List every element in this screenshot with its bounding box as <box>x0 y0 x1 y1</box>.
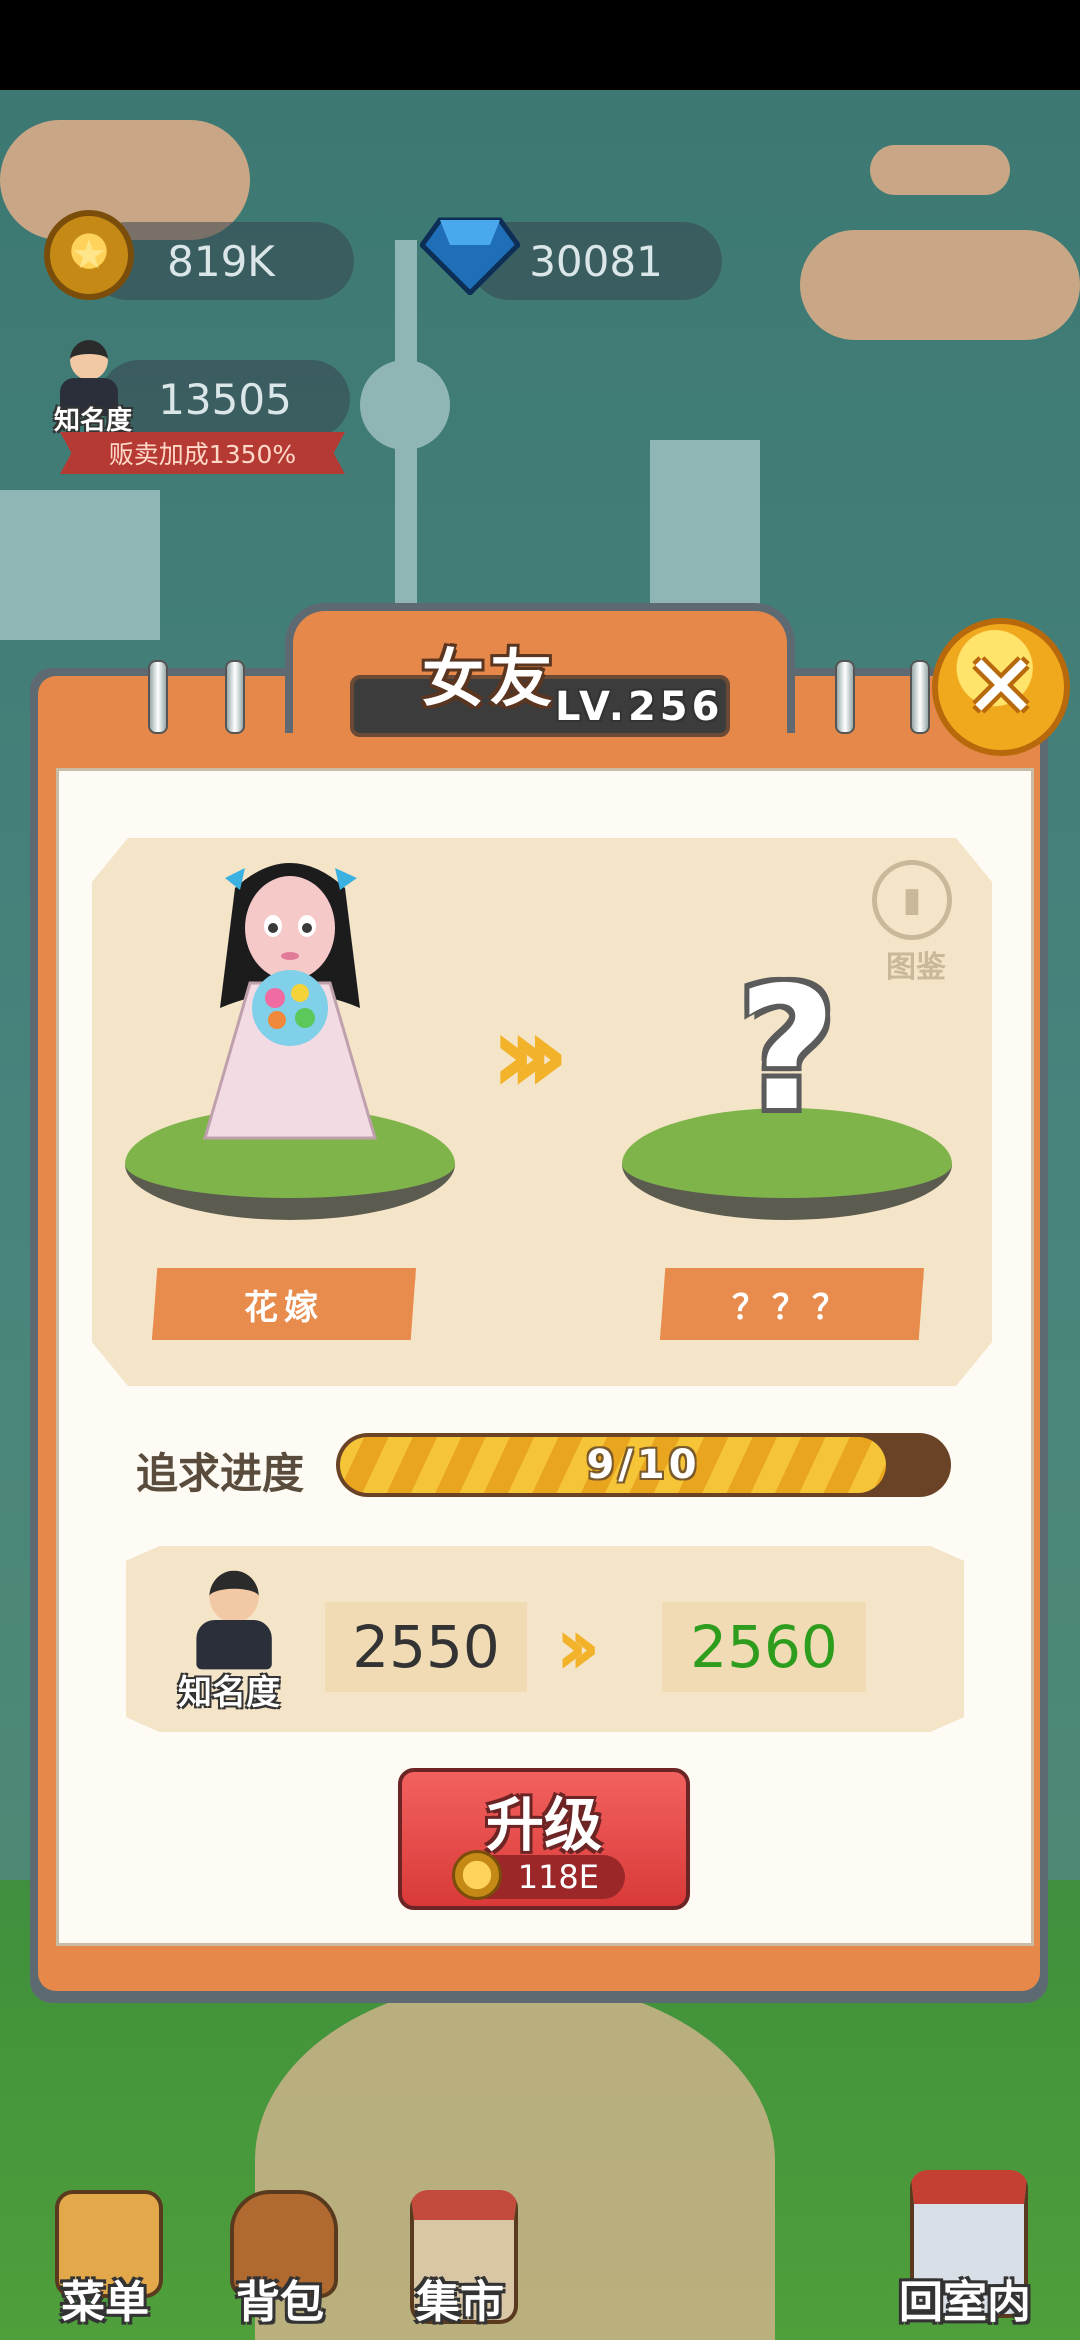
fame-value: 13505 <box>158 374 292 424</box>
fame-next: 2560 <box>662 1602 866 1692</box>
fame-label: 知名度 <box>54 406 133 436</box>
bride-character <box>203 863 377 1140</box>
close-icon: ✕ <box>964 635 1038 738</box>
binder-ring <box>225 660 245 734</box>
sell-bonus-ribbon: 贩卖加成1350% <box>60 432 345 474</box>
cloud <box>870 145 1010 195</box>
book-icon[interactable]: ▮ <box>872 860 952 940</box>
tower-sphere <box>360 360 450 450</box>
binder-ring <box>910 660 930 734</box>
current-character-name: 花嫁 <box>152 1268 416 1340</box>
nav-bag-label: 背包 <box>236 2277 324 2328</box>
question-mark-icon: ? <box>737 951 837 1149</box>
fame-label: 知名度 <box>178 1673 280 1713</box>
fame-avatar-icon <box>186 1568 277 1672</box>
chevron-right-icon: ››› <box>490 990 570 1118</box>
cloud <box>800 230 1080 340</box>
nav-bag[interactable]: 背包 <box>205 2180 355 2330</box>
coin-icon <box>452 1850 502 1900</box>
gem-icon <box>420 217 520 295</box>
nav-market[interactable]: 集市 <box>385 2180 535 2330</box>
level-text: LV.256 <box>555 684 724 730</box>
nav-menu-label: 菜单 <box>61 2277 149 2328</box>
status-bar <box>0 0 1080 90</box>
nav-home[interactable]: 回室内 <box>870 2160 1060 2330</box>
gold-value: 819K <box>167 236 275 286</box>
gem-value: 30081 <box>529 236 663 286</box>
building <box>0 490 160 640</box>
binder-ring <box>835 660 855 734</box>
progress-text: 9/10 <box>586 1442 701 1488</box>
fame-counter: 13505 <box>100 360 350 438</box>
guide-label[interactable]: 图鉴 <box>868 942 964 986</box>
progress-label: 追求进度 <box>136 1449 305 1498</box>
upgrade-label[interactable]: 升级 <box>398 1778 690 1862</box>
close-button[interactable]: ✕ <box>932 618 1070 756</box>
coin-icon: ★ <box>44 210 134 300</box>
binder-ring <box>148 660 168 734</box>
chevron-right-icon: ›› <box>555 1600 601 1693</box>
next-character-name: ？？？ <box>660 1268 924 1340</box>
nav-market-label: 集市 <box>416 2277 504 2328</box>
building <box>650 440 760 620</box>
nav-menu[interactable]: 菜单 <box>30 2180 180 2330</box>
fame-current: 2550 <box>325 1602 527 1692</box>
nav-home-label: 回室内 <box>899 2277 1031 2328</box>
